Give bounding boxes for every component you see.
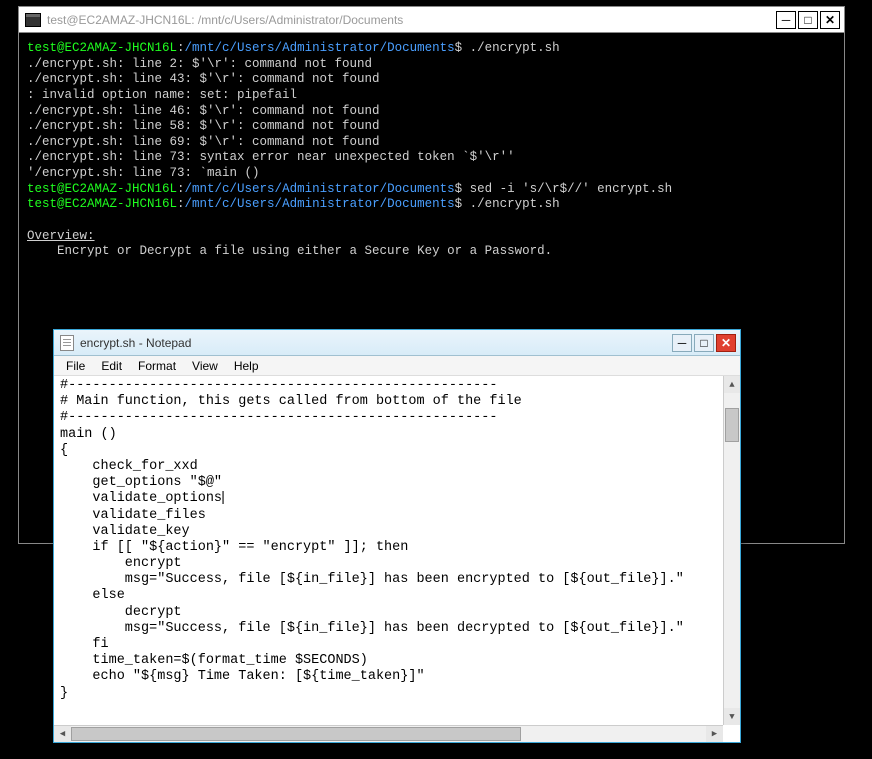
code-line: validate_key [60,524,717,540]
notepad-icon [60,335,74,351]
code-line: else [60,588,717,604]
code-line: main () [60,427,717,443]
horizontal-scroll-track[interactable] [71,726,706,742]
notepad-text-area[interactable]: #---------------------------------------… [54,376,723,725]
notepad-menubar: FileEditFormatViewHelp [54,356,740,376]
code-line: validate_options [60,491,717,507]
code-line: time_taken=$(format_time $SECONDS) [60,653,717,669]
maximize-button[interactable]: □ [694,334,714,352]
terminal-icon [25,13,41,27]
scroll-down-arrow[interactable]: ▼ [724,708,740,725]
code-line: encrypt [60,556,717,572]
vertical-scrollbar[interactable]: ▲ ▼ [723,376,740,725]
code-line: } [60,686,717,702]
terminal-title: test@EC2AMAZ-JHCN16L: /mnt/c/Users/Admin… [47,13,774,27]
terminal-line: ./encrypt.sh: line 46: $'\r': command no… [27,104,836,120]
terminal-line: : invalid option name: set: pipefail [27,88,836,104]
code-line: decrypt [60,605,717,621]
notepad-window-controls: ─ □ ✕ [670,334,736,352]
code-line: #---------------------------------------… [60,410,717,426]
terminal-line: test@EC2AMAZ-JHCN16L:/mnt/c/Users/Admini… [27,197,836,213]
code-line: msg="Success, file [${in_file}] has been… [60,572,717,588]
terminal-titlebar[interactable]: test@EC2AMAZ-JHCN16L: /mnt/c/Users/Admin… [19,7,844,33]
terminal-line: Encrypt or Decrypt a file using either a… [27,244,836,260]
terminal-line: ./encrypt.sh: line 2: $'\r': command not… [27,57,836,73]
terminal-line: test@EC2AMAZ-JHCN16L:/mnt/c/Users/Admini… [27,182,836,198]
terminal-line [27,213,836,229]
code-line: msg="Success, file [${in_file}] has been… [60,621,717,637]
menu-help[interactable]: Help [226,359,267,373]
terminal-line: Overview: [27,229,836,245]
terminal-line: ./encrypt.sh: line 43: $'\r': command no… [27,72,836,88]
notepad-title: encrypt.sh - Notepad [80,336,670,350]
code-line: echo "${msg} Time Taken: [${time_taken}]… [60,669,717,685]
scroll-right-arrow[interactable]: ▶ [706,726,723,742]
minimize-button[interactable]: ─ [776,11,796,29]
code-line: get_options "$@" [60,475,717,491]
menu-format[interactable]: Format [130,359,184,373]
notepad-content-area: #---------------------------------------… [54,376,740,725]
terminal-line: test@EC2AMAZ-JHCN16L:/mnt/c/Users/Admini… [27,41,836,57]
code-line: if [[ "${action}" == "encrypt" ]]; then [60,540,717,556]
code-line: check_for_xxd [60,459,717,475]
terminal-line: ./encrypt.sh: line 73: syntax error near… [27,150,836,166]
terminal-line: '/encrypt.sh: line 73: `main () [27,166,836,182]
code-line: validate_files [60,508,717,524]
menu-edit[interactable]: Edit [93,359,130,373]
terminal-window-controls: ─ □ ✕ [774,11,840,29]
code-line: # Main function, this gets called from b… [60,394,717,410]
terminal-line: ./encrypt.sh: line 58: $'\r': command no… [27,119,836,135]
notepad-titlebar[interactable]: encrypt.sh - Notepad ─ □ ✕ [54,330,740,356]
menu-view[interactable]: View [184,359,226,373]
horizontal-scrollbar[interactable]: ◀ ▶ [54,725,723,742]
menu-file[interactable]: File [58,359,93,373]
close-button[interactable]: ✕ [716,334,736,352]
code-line: { [60,443,717,459]
minimize-button[interactable]: ─ [672,334,692,352]
maximize-button[interactable]: □ [798,11,818,29]
terminal-line: ./encrypt.sh: line 69: $'\r': command no… [27,135,836,151]
horizontal-scroll-thumb[interactable] [71,727,521,741]
scroll-left-arrow[interactable]: ◀ [54,726,71,742]
notepad-window: encrypt.sh - Notepad ─ □ ✕ FileEditForma… [53,329,741,743]
scroll-up-arrow[interactable]: ▲ [724,376,740,393]
code-line: fi [60,637,717,653]
vertical-scroll-thumb[interactable] [725,408,739,442]
code-line: #---------------------------------------… [60,378,717,394]
close-button[interactable]: ✕ [820,11,840,29]
